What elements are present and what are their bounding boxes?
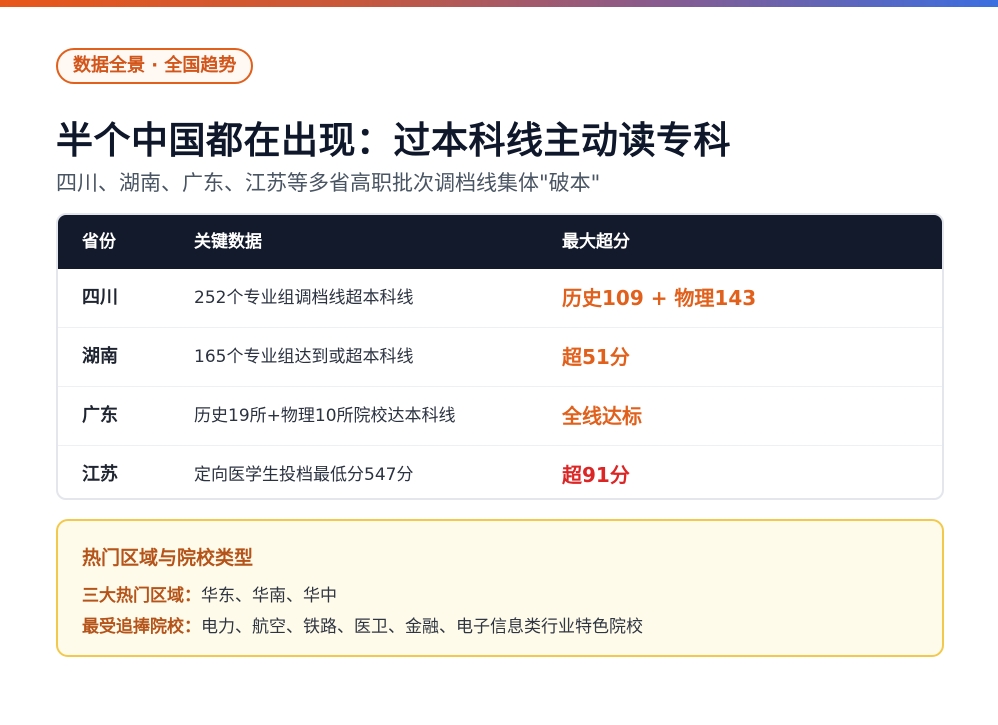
hot-regions-line: 三大热门区域：华东、华南、华中 — [82, 581, 337, 606]
header-key-data: 关键数据 — [194, 232, 262, 252]
key-data-cell: 252个专业组调档线超本科线 — [194, 288, 414, 308]
key-data-cell: 历史19所+物理10所院校达本科线 — [194, 406, 456, 426]
header-province: 省份 — [82, 232, 116, 252]
province-cell: 四川 — [82, 287, 118, 308]
table-row: 四川 252个专业组调档线超本科线 历史109 + 物理143 — [58, 269, 942, 327]
top-accent-bar — [0, 0, 998, 7]
popular-colleges-line: 最受追捧院校：电力、航空、铁路、医卫、金融、电子信息类行业特色院校 — [82, 612, 643, 637]
key-data-cell: 定向医学生投档最低分547分 — [194, 465, 414, 485]
province-cell: 江苏 — [82, 464, 118, 485]
max-score-cell: 全线达标 — [562, 404, 642, 428]
max-score-cell: 历史109 + 物理143 — [562, 286, 757, 310]
table-body: 四川 252个专业组调档线超本科线 历史109 + 物理143 湖南 165个专… — [58, 269, 942, 498]
callout-title: 热门区域与院校类型 — [82, 547, 254, 569]
header-max-score: 最大超分 — [562, 232, 630, 252]
hot-regions-callout: 热门区域与院校类型 三大热门区域：华东、华南、华中 最受追捧院校：电力、航空、铁… — [56, 519, 944, 657]
data-table: 省份 关键数据 最大超分 四川 252个专业组调档线超本科线 历史109 + 物… — [56, 213, 944, 500]
max-score-cell: 超91分 — [562, 463, 630, 487]
page-title: 半个中国都在出现：过本科线主动读专科 — [56, 119, 731, 162]
category-tag: 数据全景 · 全国趋势 — [56, 48, 254, 84]
table-row: 湖南 165个专业组达到或超本科线 超51分 — [58, 327, 942, 386]
table-header: 省份 关键数据 最大超分 — [58, 215, 942, 269]
table-row: 江苏 定向医学生投档最低分547分 超91分 — [58, 445, 942, 498]
province-cell: 广东 — [82, 405, 118, 426]
table-row: 广东 历史19所+物理10所院校达本科线 全线达标 — [58, 386, 942, 445]
key-data-cell: 165个专业组达到或超本科线 — [194, 347, 414, 367]
hot-regions-value: 华东、华南、华中 — [201, 586, 337, 606]
max-score-cell: 超51分 — [562, 345, 630, 369]
popular-colleges-label: 最受追捧院校： — [82, 617, 201, 637]
page-subtitle: 四川、湖南、广东、江苏等多省高职批次调档线集体"破本" — [56, 171, 601, 195]
hot-regions-label: 三大热门区域： — [82, 586, 201, 606]
popular-colleges-value: 电力、航空、铁路、医卫、金融、电子信息类行业特色院校 — [201, 617, 643, 637]
province-cell: 湖南 — [82, 346, 118, 367]
